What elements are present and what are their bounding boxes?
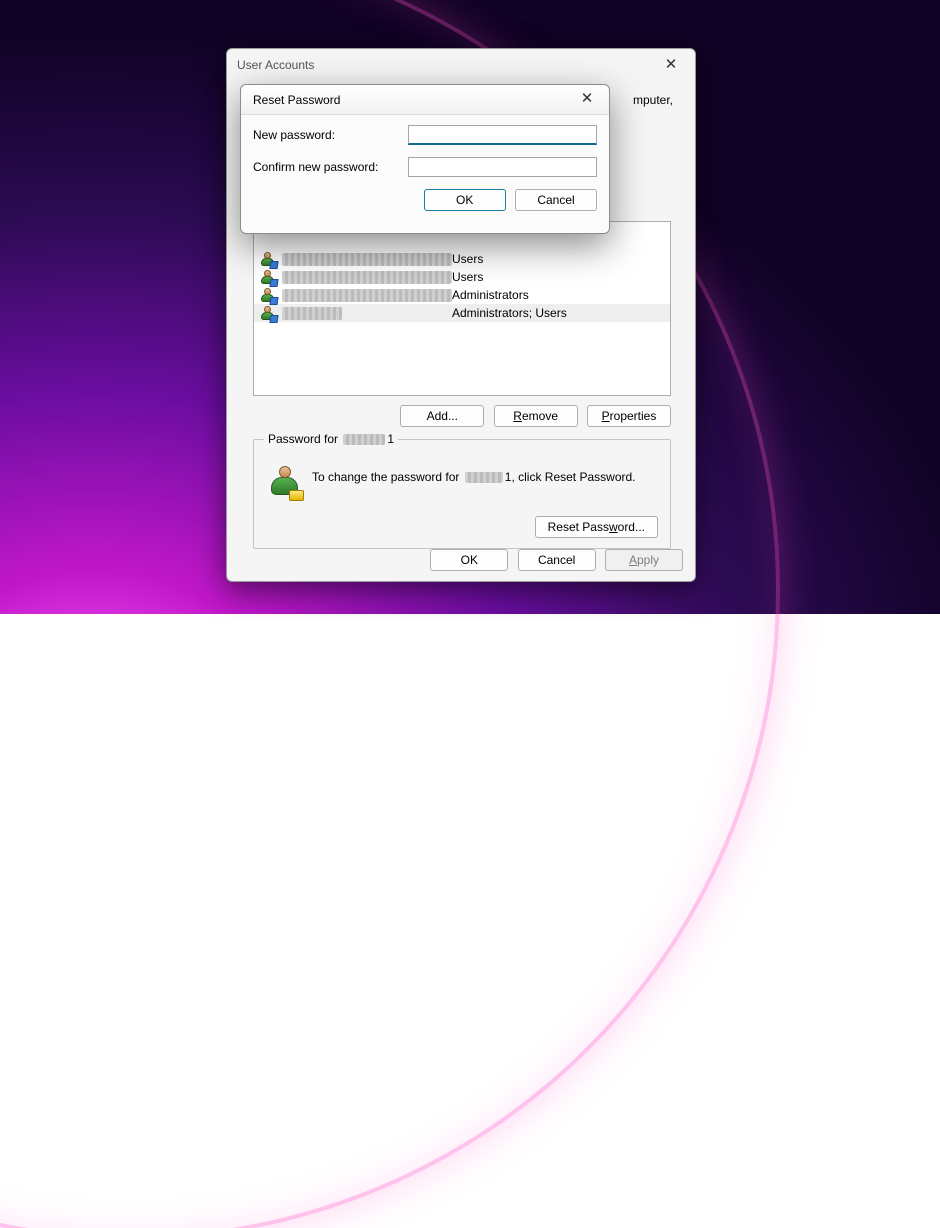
cancel-button[interactable]: Cancel xyxy=(515,189,597,211)
close-icon[interactable]: ✕ xyxy=(567,85,607,113)
user-name-hidden xyxy=(282,289,452,302)
user-key-icon xyxy=(268,464,302,498)
list-action-buttons: Add... Remove Properties xyxy=(239,405,671,427)
table-row[interactable]: Users xyxy=(254,268,670,286)
user-accounts-titlebar[interactable]: User Accounts ✕ xyxy=(227,49,695,81)
confirm-password-row: Confirm new password: xyxy=(253,157,597,177)
user-name-hidden xyxy=(282,253,452,266)
confirm-password-input[interactable] xyxy=(408,157,597,177)
username-hidden xyxy=(465,472,503,483)
password-section: Password for 1 To change the password fo… xyxy=(253,439,671,549)
user-icon xyxy=(260,305,276,321)
reset-password-titlebar[interactable]: Reset Password ✕ xyxy=(241,85,609,115)
user-group: Administrators xyxy=(452,288,529,302)
user-group: Users xyxy=(452,270,483,284)
users-list[interactable]: Users Users Administrators Administrator… xyxy=(253,221,671,396)
new-password-label: New password: xyxy=(253,128,408,142)
add-button[interactable]: Add... xyxy=(400,405,484,427)
username-hidden xyxy=(343,434,385,445)
cancel-button[interactable]: Cancel xyxy=(518,549,596,571)
reset-password-dialog: Reset Password ✕ New password: Confirm n… xyxy=(240,84,610,234)
ok-button[interactable]: OK xyxy=(430,549,508,571)
password-instruction: To change the password for 1, click Rese… xyxy=(312,470,636,484)
close-icon[interactable]: ✕ xyxy=(651,49,691,79)
table-row[interactable]: Administrators xyxy=(254,286,670,304)
user-accounts-title-text: User Accounts xyxy=(237,58,314,72)
reset-password-actions: OK Cancel xyxy=(241,189,609,221)
user-name-hidden xyxy=(282,271,452,284)
user-name-hidden xyxy=(282,307,342,320)
user-icon xyxy=(260,251,276,267)
reset-password-button[interactable]: Reset Password... xyxy=(535,516,658,538)
reset-password-title-text: Reset Password xyxy=(253,93,340,107)
new-password-row: New password: xyxy=(253,125,597,145)
remove-button[interactable]: Remove xyxy=(494,405,578,427)
table-row[interactable]: Administrators; Users xyxy=(254,304,670,322)
ok-button[interactable]: OK xyxy=(424,189,506,211)
properties-button[interactable]: Properties xyxy=(587,405,671,427)
user-group: Administrators; Users xyxy=(452,306,567,320)
new-password-input[interactable] xyxy=(408,125,597,145)
user-icon xyxy=(260,269,276,285)
dialog-bottom-buttons: OK Cancel Apply xyxy=(227,549,683,571)
confirm-password-label: Confirm new password: xyxy=(253,160,408,174)
user-icon xyxy=(260,287,276,303)
password-legend: Password for 1 xyxy=(264,432,398,446)
reset-password-form: New password: Confirm new password: xyxy=(241,115,609,177)
user-group: Users xyxy=(452,252,483,266)
apply-button: Apply xyxy=(605,549,683,571)
table-row[interactable]: Users xyxy=(254,250,670,268)
